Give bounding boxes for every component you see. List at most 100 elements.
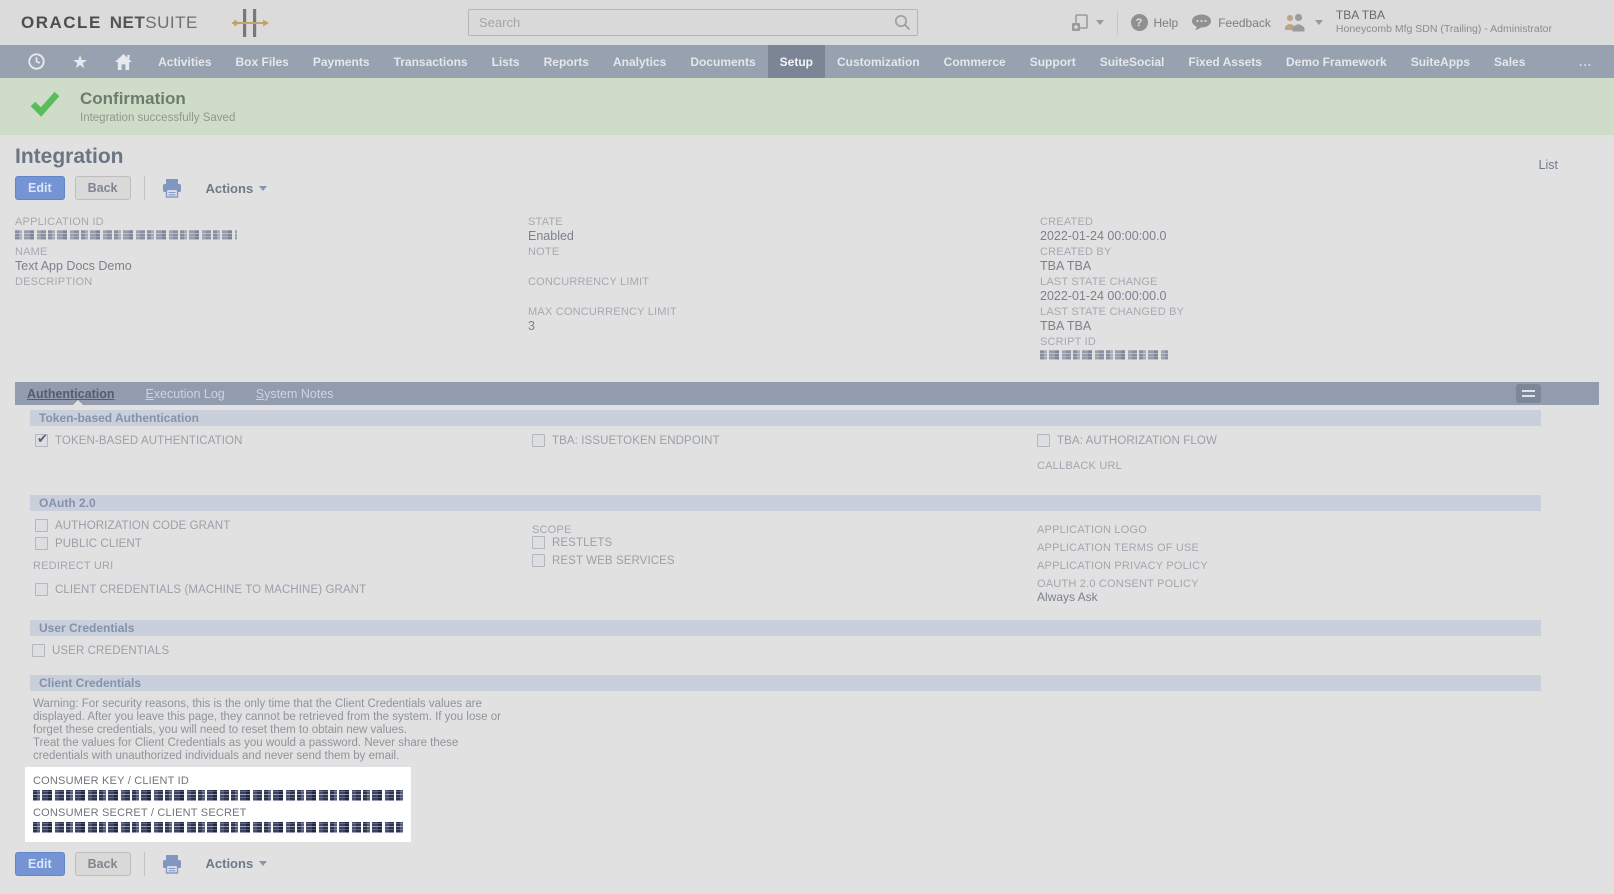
back-button[interactable]: Back [75, 852, 131, 876]
nav-item-transactions[interactable]: Transactions [382, 45, 480, 78]
nav-item-activities[interactable]: Activities [146, 45, 223, 78]
brand-suite: SUITE [145, 13, 198, 33]
shortcuts-button[interactable]: ★ [59, 45, 101, 78]
nav-item-lists[interactable]: Lists [480, 45, 532, 78]
consent-policy-value: Always Ask [1037, 590, 1098, 604]
tab-authentication[interactable]: Authentication [27, 387, 115, 401]
nav-item-fixed-assets[interactable]: Fixed Assets [1176, 45, 1274, 78]
field-value: Enabled [528, 229, 677, 243]
bottom-toolbar: Edit Back Actions [15, 864, 1599, 894]
checkbox-label: TBA: AUTHORIZATION FLOW [1057, 435, 1217, 447]
nav-item-commerce[interactable]: Commerce [932, 45, 1018, 78]
field-created: CREATED 2022-01-24 00:00:00.0 [1040, 216, 1184, 246]
page-title: Integration [15, 145, 1599, 169]
nav-item-customization[interactable]: Customization [825, 45, 932, 78]
nav-item-box-files[interactable]: Box Files [224, 45, 301, 78]
field-name: NAME Text App Docs Demo [15, 246, 237, 276]
nav-item-reports[interactable]: Reports [532, 45, 601, 78]
print-button[interactable] [158, 852, 186, 876]
user-info[interactable]: TBA TBA Honeycomb Mfg SDN (Trailing) - A… [1336, 8, 1552, 36]
create-new-menu[interactable] [1070, 13, 1104, 33]
user-name: TBA TBA [1336, 8, 1552, 23]
actions-menu[interactable]: Actions [206, 181, 268, 196]
toolbar-divider [144, 176, 145, 200]
printer-icon [161, 854, 183, 874]
nav-item-documents[interactable]: Documents [678, 45, 767, 78]
public-client-checkbox[interactable] [35, 537, 48, 550]
chevron-down-icon [259, 186, 267, 191]
nav-item-sales[interactable]: Sales [1482, 45, 1537, 78]
checkbox-label: TOKEN-BASED AUTHENTICATION [55, 435, 242, 447]
global-search [468, 9, 918, 36]
top-header: ORACLE NETSUITE ? Help [0, 0, 1614, 45]
nav-item-setup[interactable]: Setup [768, 45, 825, 78]
help-button[interactable]: ? Help [1131, 14, 1179, 31]
client-credentials-grant-checkbox[interactable] [35, 583, 48, 596]
nav-item-demo-framework[interactable]: Demo Framework [1274, 45, 1399, 78]
tab-execution-log[interactable]: Execution Log [146, 387, 225, 401]
field-column-3: CREATED 2022-01-24 00:00:00.0 CREATED BY… [1040, 216, 1184, 366]
field-value: Text App Docs Demo [15, 259, 237, 273]
field-script-id: SCRIPT ID [1040, 336, 1184, 366]
checkbox-label: USER CREDENTIALS [52, 645, 169, 657]
feedback-button[interactable]: Feedback [1191, 14, 1271, 31]
tba-issuetoken-endpoint-checkbox[interactable] [532, 434, 545, 447]
tba-authorization-flow-checkbox[interactable] [1037, 434, 1050, 447]
nav-item-suitesocial[interactable]: SuiteSocial [1088, 45, 1177, 78]
nav-item-payments[interactable]: Payments [301, 45, 382, 78]
actions-menu[interactable]: Actions [206, 856, 268, 871]
field-application-id: APPLICATION ID [15, 216, 237, 246]
warning-paragraph-1: Warning: For security reasons, this is t… [33, 698, 515, 737]
search-icon[interactable] [894, 14, 911, 36]
star-icon: ★ [72, 53, 88, 71]
checkbox-row-user-credentials: USER CREDENTIALS [32, 644, 169, 657]
section-header: User Credentials [30, 620, 1541, 636]
section-user-credentials: User Credentials USER CREDENTIALS [15, 620, 1599, 670]
callback-url-label: CALLBACK URL [1037, 460, 1122, 472]
search-input[interactable] [468, 9, 918, 36]
application-logo-label: APPLICATION LOGO [1037, 524, 1147, 536]
field-value: TBA TBA [1040, 319, 1184, 333]
clock-icon [27, 52, 46, 71]
token-based-authentication-checkbox[interactable] [35, 434, 48, 447]
list-link[interactable]: List [1539, 158, 1558, 172]
rest-web-services-checkbox[interactable] [532, 554, 545, 567]
field-column-1: APPLICATION ID NAME Text App Docs Demo D… [15, 216, 237, 306]
consumer-key-label: CONSUMER KEY / CLIENT ID [33, 775, 403, 787]
nav-overflow-button[interactable]: ... [1579, 45, 1592, 78]
checkbox-row-authorization-code-grant: AUTHORIZATION CODE GRANT [35, 519, 230, 532]
home-button[interactable] [101, 45, 146, 78]
edit-button[interactable]: Edit [15, 852, 65, 876]
restlets-checkbox[interactable] [532, 536, 545, 549]
nav-item-support[interactable]: Support [1018, 45, 1088, 78]
nav-item-analytics[interactable]: Analytics [601, 45, 678, 78]
field-label: LAST STATE CHANGE [1040, 276, 1184, 288]
tab-list-toggle-icon[interactable] [1516, 384, 1541, 403]
consent-policy-label: OAUTH 2.0 CONSENT POLICY [1037, 578, 1199, 590]
header-actions: ? Help Feedback TBA TBA Honeycomb Mfg SD… [1070, 8, 1614, 36]
chevron-down-icon [259, 861, 267, 866]
checkbox-row-token-based-authentication: TOKEN-BASED AUTHENTICATION [35, 434, 242, 447]
check-icon [30, 91, 60, 122]
field-value: 2022-01-24 00:00:00.0 [1040, 229, 1184, 243]
tab-system-notes[interactable]: System Notes [256, 387, 334, 401]
edit-button[interactable]: Edit [15, 176, 65, 200]
banner-message: Integration successfully Saved [80, 112, 235, 124]
record-tabs: Authentication Execution Log System Note… [15, 382, 1599, 405]
page-content: Integration List Edit Back Actions APPLI… [0, 145, 1614, 894]
section-header: OAuth 2.0 [30, 495, 1541, 511]
consumer-secret-label: CONSUMER SECRET / CLIENT SECRET [33, 807, 403, 819]
field-last-state-change: LAST STATE CHANGE 2022-01-24 00:00:00.0 [1040, 276, 1184, 306]
checkbox-row-restlets: RESTLETS [532, 536, 612, 549]
nav-item-suiteapps[interactable]: SuiteApps [1399, 45, 1482, 78]
authorization-code-grant-checkbox[interactable] [35, 519, 48, 532]
section-client-credentials: Client Credentials Warning: For security… [15, 675, 1599, 842]
user-credentials-checkbox[interactable] [32, 644, 45, 657]
recent-records-button[interactable] [14, 45, 59, 78]
print-button[interactable] [158, 176, 186, 200]
banner-text: Confirmation Integration successfully Sa… [80, 89, 235, 124]
back-button[interactable]: Back [75, 176, 131, 200]
field-value: TBA TBA [1040, 259, 1184, 273]
roles-menu[interactable] [1284, 13, 1323, 32]
field-max-concurrency-limit: MAX CONCURRENCY LIMIT 3 [528, 306, 677, 336]
